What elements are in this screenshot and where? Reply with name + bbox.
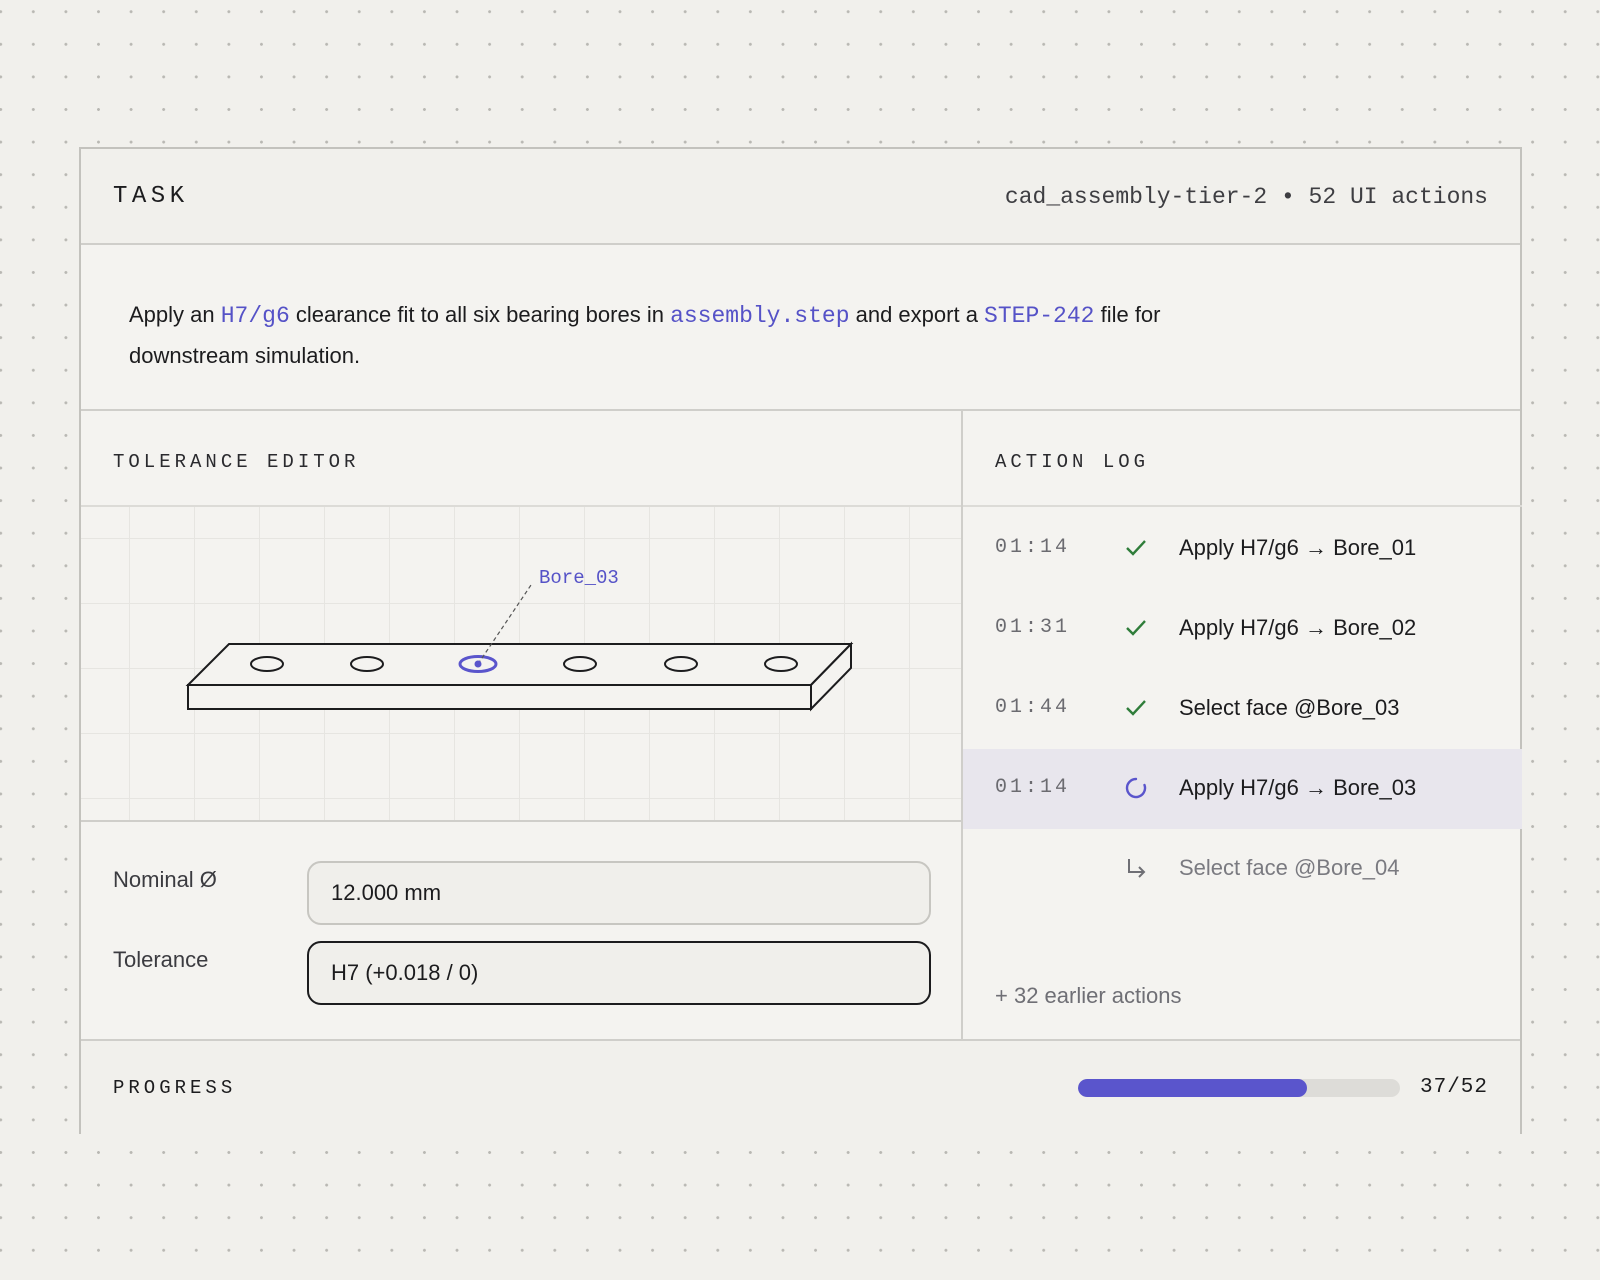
check-icon bbox=[1126, 700, 1146, 716]
task-meta: cad_assembly-tier-2 • 52 UI actions bbox=[1004, 184, 1488, 210]
task-description-text: Apply an H7/g6 clearance fit to all six … bbox=[129, 295, 1279, 376]
task-card: TASK cad_assembly-tier-2 • 52 UI actions… bbox=[79, 147, 1522, 1134]
log-text: Select face @Bore_04 bbox=[1179, 855, 1400, 880]
cad-model-drawing: Bore_03 bbox=[185, 567, 854, 712]
tolerance-input[interactable]: H7 (+0.018 / 0) bbox=[307, 941, 931, 1005]
log-item[interactable]: 01:31 Apply H7/g6 → Bore_02 bbox=[963, 589, 1522, 669]
log-text: Apply H7/g6 → Bore_02 bbox=[1179, 615, 1417, 640]
progress-footer: PROGRESS 37/52 bbox=[81, 1039, 1520, 1134]
log-item[interactable]: 01:44 Select face @Bore_03 bbox=[963, 669, 1522, 749]
check-icon bbox=[1126, 620, 1146, 636]
task-header: TASK cad_assembly-tier-2 • 52 UI actions bbox=[81, 149, 1520, 245]
earlier-actions-link[interactable]: + 32 earlier actions bbox=[995, 983, 1182, 1009]
log-time: 01:14 bbox=[995, 776, 1071, 799]
desc-text-1: Apply an bbox=[129, 302, 221, 327]
desc-text-3: and export a bbox=[849, 302, 985, 327]
log-item-next[interactable]: Select face @Bore_04 bbox=[963, 829, 1522, 909]
log-time: 01:44 bbox=[995, 696, 1071, 719]
progress-bar bbox=[1078, 1079, 1400, 1097]
log-item[interactable]: 01:14 Apply H7/g6 → Bore_01 bbox=[963, 509, 1522, 589]
return-arrow-icon bbox=[1128, 859, 1146, 878]
progress-label: PROGRESS bbox=[113, 1077, 237, 1099]
plate-top-face bbox=[185, 643, 854, 686]
format-code: STEP-242 bbox=[984, 303, 1095, 329]
log-text: Select face @Bore_03 bbox=[1179, 695, 1400, 720]
task-label: TASK bbox=[113, 183, 189, 210]
nominal-diameter-input[interactable]: 12.000 mm bbox=[307, 861, 931, 925]
action-log-title: ACTION LOG bbox=[995, 451, 1150, 473]
spinner-icon bbox=[1125, 777, 1147, 799]
file-code: assembly.step bbox=[670, 303, 850, 329]
log-time: 01:31 bbox=[995, 616, 1071, 639]
task-description: Apply an H7/g6 clearance fit to all six … bbox=[81, 245, 1520, 411]
desc-text-2: clearance fit to all six bearing bores i… bbox=[289, 302, 671, 327]
tolerance-editor-title: TOLERANCE EDITOR bbox=[113, 451, 360, 473]
callout-anchor-dot bbox=[474, 660, 482, 668]
log-time: 01:14 bbox=[995, 536, 1071, 559]
plate-front-face bbox=[187, 684, 812, 710]
progress-bar-fill bbox=[1078, 1079, 1308, 1097]
bore-callout-label: Bore_03 bbox=[539, 567, 619, 589]
log-text: Apply H7/g6 → Bore_03 bbox=[1179, 775, 1417, 800]
progress-count: 37/52 bbox=[1419, 1076, 1488, 1099]
log-text: Apply H7/g6 → Bore_01 bbox=[1179, 535, 1417, 560]
check-icon bbox=[1126, 540, 1146, 556]
log-item-active[interactable]: 01:14 Apply H7/g6 → Bore_03 bbox=[963, 749, 1522, 829]
cad-viewport[interactable]: Bore_03 bbox=[81, 507, 961, 822]
log-title-divider bbox=[963, 505, 1522, 507]
tolerance-label: Tolerance bbox=[113, 947, 209, 972]
fit-code: H7/g6 bbox=[220, 303, 290, 329]
nominal-label: Nominal Ø bbox=[113, 867, 217, 892]
